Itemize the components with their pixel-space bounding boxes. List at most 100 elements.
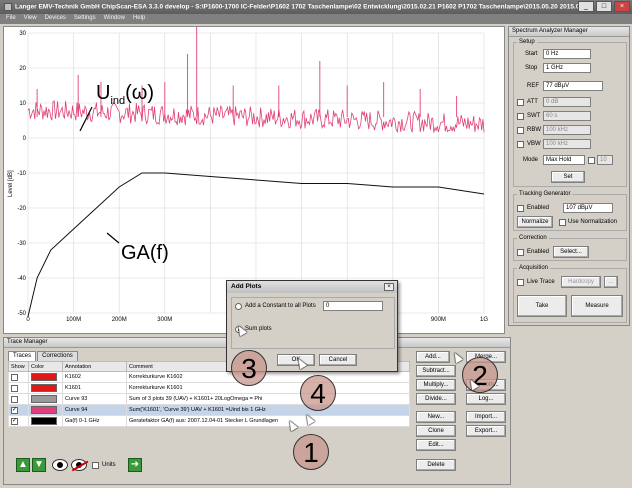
clone-button[interactable]: Clone	[416, 425, 456, 437]
vbw-checkbox[interactable]	[517, 141, 524, 148]
att-label: ATT	[527, 99, 538, 105]
trace-color-swatch[interactable]	[31, 417, 57, 425]
table-row[interactable]: ✓ Ga(f) 0-1 GHz Geratefaktor GA(f) aus: …	[8, 415, 410, 427]
menu-settings[interactable]: Settings	[74, 15, 96, 23]
trace-color-swatch[interactable]	[31, 373, 57, 381]
add-constant-label: Add a Constant to all Plots	[245, 303, 316, 309]
rbw-input[interactable]: 100 kHz	[543, 125, 591, 135]
table-row[interactable]: Curve 93 Sum of 3 plots 39 (UAV) + K1601…	[8, 393, 410, 405]
col-show[interactable]: Show	[8, 361, 29, 372]
cancel-button[interactable]: Cancel	[319, 354, 357, 366]
x-tick-label: 200M	[112, 317, 127, 323]
trace-color-swatch[interactable]	[31, 395, 57, 403]
constant-input[interactable]: 0	[323, 301, 383, 311]
export-button[interactable]: Export...	[466, 425, 506, 437]
trace-annotation: Curve 94	[62, 404, 127, 416]
trace-comment: Sum('K1601', 'Curve 39') UAV + K1601 =Ui…	[126, 404, 410, 416]
correction-select-button[interactable]: Select...	[553, 246, 589, 258]
show-checkbox[interactable]	[11, 373, 18, 381]
vbw-input[interactable]: 100 kHz	[543, 139, 591, 149]
table-row[interactable]: K1601 Korrekturkurve K1601	[8, 382, 410, 394]
new-button[interactable]: New...	[416, 411, 456, 423]
show-checkbox[interactable]	[11, 384, 18, 392]
tracking-generator-legend: Tracking Generator	[519, 191, 571, 197]
move-down-icon[interactable]: ▼	[32, 458, 46, 472]
start-label: Start	[525, 51, 538, 57]
live-trace-checkbox[interactable]	[517, 279, 524, 286]
set-button[interactable]: Set	[551, 171, 585, 183]
menu-window[interactable]: Window	[104, 15, 125, 23]
tg-enabled-checkbox[interactable]	[517, 205, 524, 212]
use-normalization-checkbox[interactable]	[559, 219, 566, 226]
menu-help[interactable]: Help	[133, 15, 145, 23]
menu-devices[interactable]: Devices	[45, 15, 66, 23]
show-all-eye-icon[interactable]	[52, 459, 68, 471]
tg-enabled-label: Enabled	[527, 205, 550, 211]
ref-input[interactable]: 77 dBµV	[543, 81, 603, 91]
close-button[interactable]: ×	[614, 1, 630, 12]
apply-arrow-icon[interactable]: ➜	[128, 458, 142, 472]
spectrum-title: Spectrum Analyzer Manager	[509, 27, 629, 37]
mode-checkbox[interactable]	[588, 157, 595, 164]
tg-level-input[interactable]: 107 dBµV	[563, 203, 613, 213]
table-row[interactable]: ✓ Curve 94 Sum('K1601', 'Curve 39') UAV …	[8, 404, 410, 416]
measure-button[interactable]: Measure	[571, 295, 623, 317]
setup-legend: Setup	[519, 39, 535, 45]
stop-input[interactable]: 1 GHz	[543, 63, 591, 73]
add-button[interactable]: Add...	[416, 351, 450, 363]
minimize-button[interactable]: _	[578, 1, 594, 12]
app-icon	[4, 3, 12, 11]
trace-comment: Geratefaktor GA(f) aus: 2007.12.04-01 St…	[126, 415, 410, 427]
normalize-button[interactable]: Normalize	[517, 216, 553, 228]
log-button[interactable]: Log...	[466, 393, 506, 405]
menu-view[interactable]: View	[24, 15, 37, 23]
y-tick-label: -50	[17, 311, 26, 317]
show-checkbox[interactable]: ✓	[11, 406, 18, 414]
x-tick-label: 1G	[480, 317, 488, 323]
units-label: Units	[102, 462, 116, 468]
add-constant-radio[interactable]	[235, 303, 242, 310]
tab-corrections[interactable]: Corrections	[37, 351, 78, 361]
y-tick-label: -20	[17, 206, 26, 212]
hide-all-eye-icon[interactable]	[71, 459, 89, 471]
correction-legend: Correction	[519, 235, 547, 241]
menu-file[interactable]: File	[6, 15, 16, 23]
multiply-button[interactable]: Multiply...	[416, 379, 456, 391]
table-row[interactable]: K1602 Korrekturkurve K1602	[8, 371, 410, 383]
divide-button[interactable]: Divide...	[416, 393, 456, 405]
hardcopy-button[interactable]: Hardcopy	[561, 276, 601, 288]
trace-color-swatch[interactable]	[31, 384, 57, 392]
swt-label: SWT	[527, 113, 541, 119]
att-checkbox[interactable]	[517, 99, 524, 106]
subtract-button[interactable]: Subtract...	[416, 365, 456, 377]
swt-input[interactable]: 60 s	[543, 111, 591, 121]
ga-pointer-line	[106, 232, 120, 244]
att-input[interactable]: 0 dB	[543, 97, 591, 107]
swt-checkbox[interactable]	[517, 113, 524, 120]
col-annotation[interactable]: Annotation	[62, 361, 127, 372]
mode-count-input[interactable]: 10	[597, 155, 613, 165]
move-up-icon[interactable]: ▲	[16, 458, 30, 472]
take-button[interactable]: Take	[517, 295, 567, 317]
trace-annotation: Curve 93	[62, 393, 127, 405]
tab-traces[interactable]: Traces	[8, 351, 37, 361]
rbw-checkbox[interactable]	[517, 127, 524, 134]
edit-button[interactable]: Edit...	[416, 439, 456, 451]
y-tick-label: -10	[17, 171, 26, 177]
col-color[interactable]: Color	[28, 361, 63, 372]
callout-2: 2	[462, 357, 498, 393]
show-checkbox[interactable]: ✓	[11, 417, 18, 425]
show-checkbox[interactable]	[11, 395, 18, 403]
units-checkbox[interactable]	[92, 462, 99, 469]
mode-select[interactable]: Max Hold	[543, 155, 585, 165]
maximize-button[interactable]: □	[596, 1, 612, 12]
start-input[interactable]: 0 Hz	[543, 49, 591, 59]
use-normalization-label: Use Normalization	[568, 219, 618, 225]
dialog-close-button[interactable]: ×	[384, 283, 394, 291]
delete-button[interactable]: Delete	[416, 459, 456, 471]
sum-plots-label: Sum plots	[245, 326, 272, 332]
trace-color-swatch[interactable]	[31, 406, 57, 414]
correction-enabled-checkbox[interactable]	[517, 249, 524, 256]
import-button[interactable]: Import...	[466, 411, 506, 423]
hardcopy-options-button[interactable]: ...	[604, 276, 618, 288]
